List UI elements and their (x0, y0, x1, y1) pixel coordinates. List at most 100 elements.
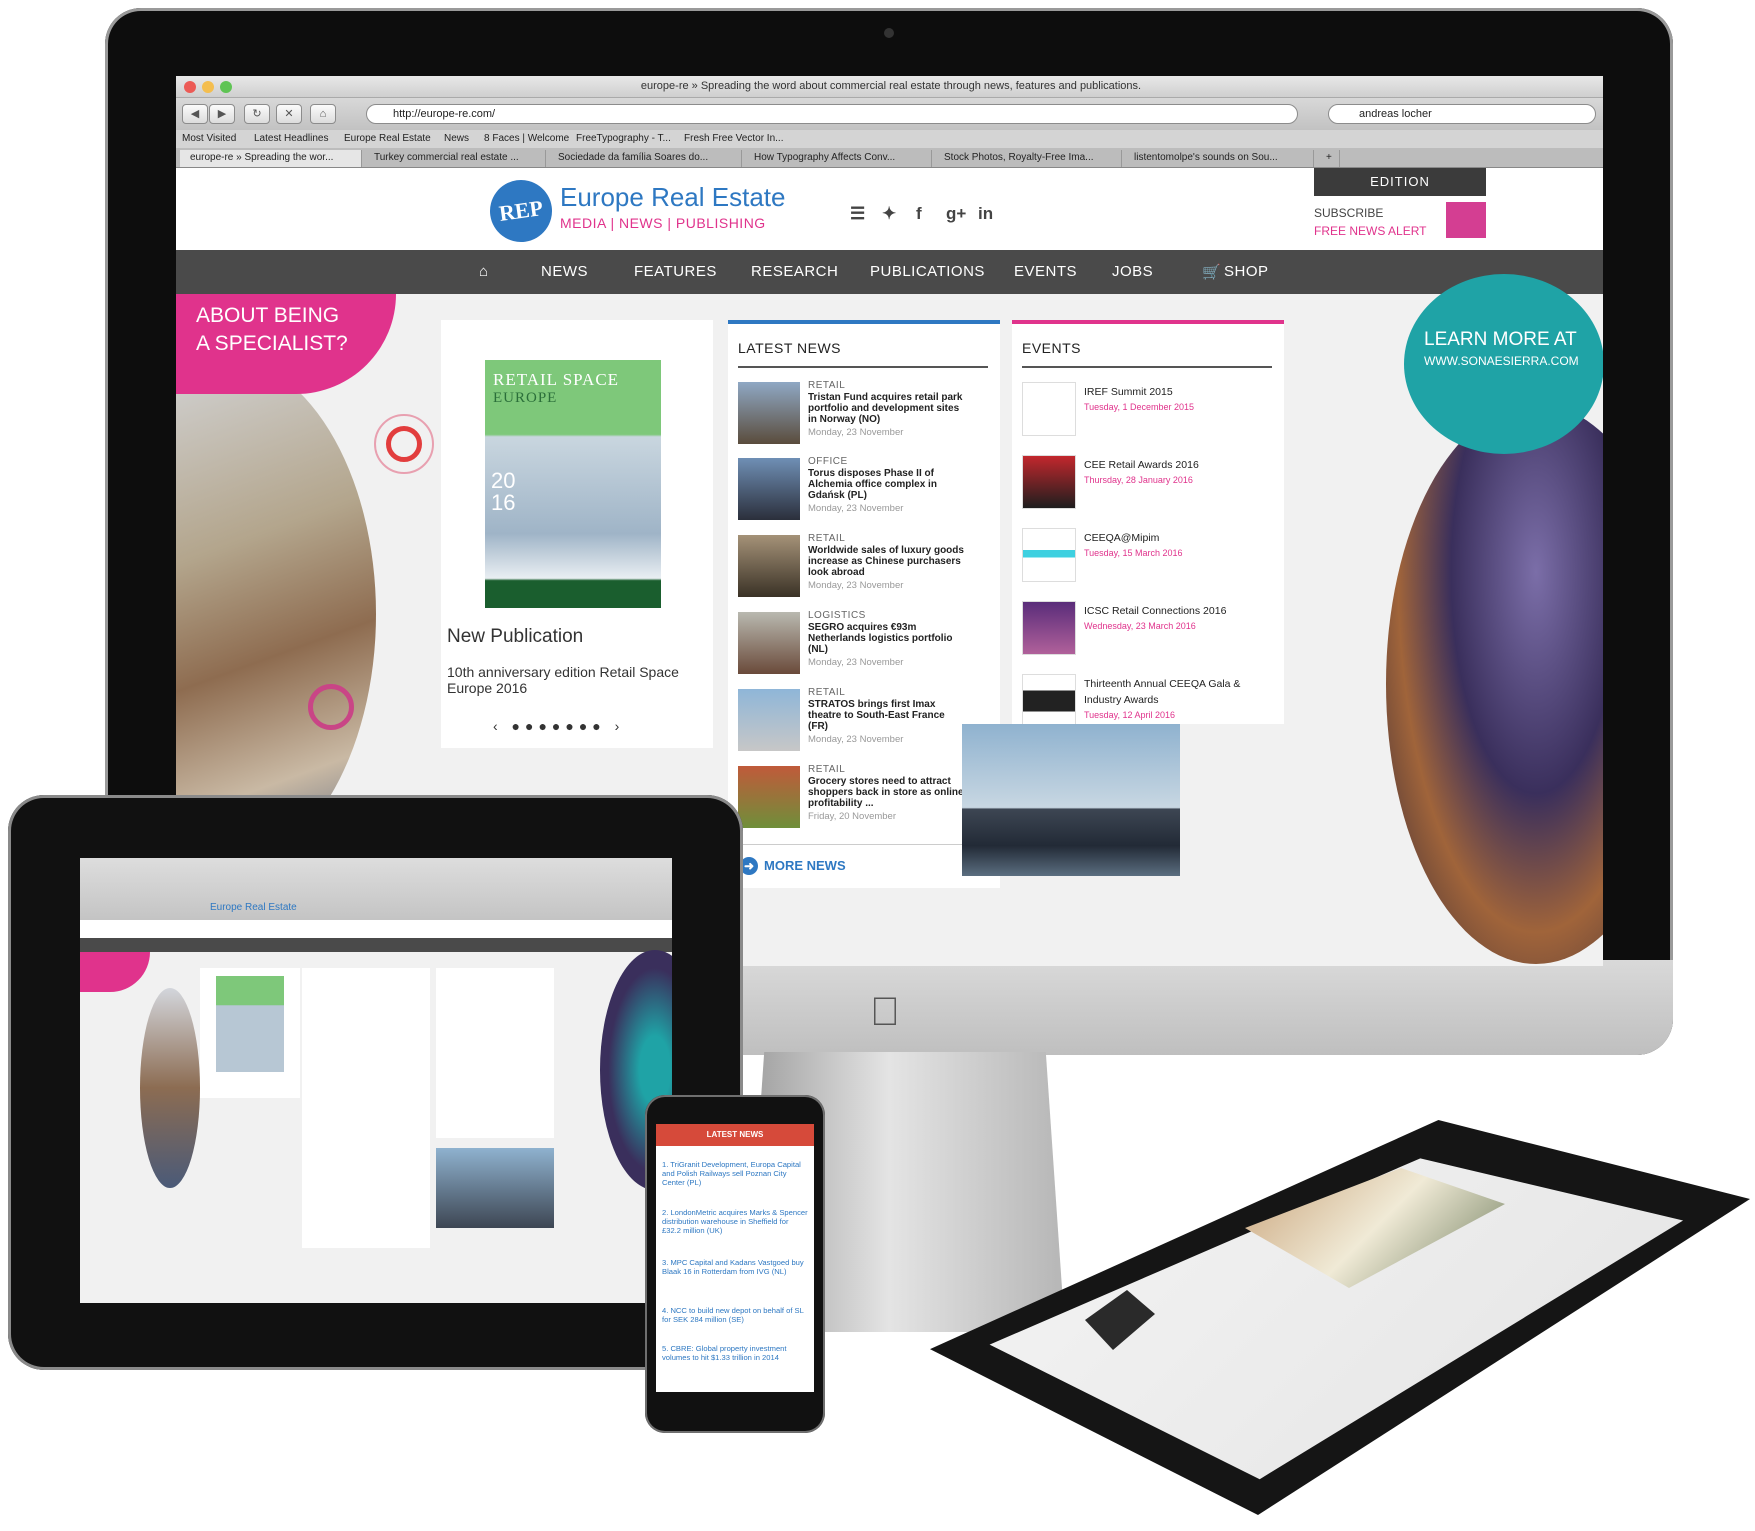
event-title[interactable]: CEEQA@Mipim (1084, 530, 1244, 546)
event-item[interactable]: CEEQA@Mipim Tuesday, 15 March 2016 (1022, 528, 1252, 588)
more-news-link[interactable]: ➜ MORE NEWS (740, 857, 846, 875)
phone-news-item[interactable]: 1. TriGranit Development, Europa Capital… (662, 1160, 808, 1187)
nav-shop[interactable]: SHOP (1224, 263, 1269, 280)
tab[interactable]: How Typography Affects Conv... (744, 150, 932, 167)
facebook-icon[interactable]: f (916, 204, 922, 224)
news-item[interactable]: OFFICE Torus disposes Phase II of Alchem… (738, 456, 968, 528)
event-title[interactable]: CEE Retail Awards 2016 (1084, 457, 1244, 473)
cover-title: RETAIL SPACE (493, 370, 620, 389)
news-title[interactable]: Tristan Fund acquires retail park portfo… (808, 392, 966, 425)
linkedin-icon[interactable]: in (978, 204, 993, 224)
close-window-icon[interactable] (184, 81, 196, 93)
bookmark-item[interactable]: Fresh Free Vector In... (684, 133, 783, 144)
zoom-window-icon[interactable] (220, 81, 232, 93)
promo-left-line: ABOUT BEING (196, 304, 340, 327)
bookmark-item[interactable]: News (444, 133, 469, 144)
tab[interactable]: Stock Photos, Royalty-Free Ima... (934, 150, 1122, 167)
mini-main-nav (80, 938, 672, 952)
free-alert-link[interactable]: FREE NEWS ALERT (1314, 224, 1426, 238)
news-title[interactable]: Grocery stores need to attract shoppers … (808, 776, 966, 809)
news-category: RETAIL (808, 380, 846, 391)
nav-jobs[interactable]: JOBS (1112, 263, 1153, 280)
browser-toolbar: ◀ ▶ ↻ ✕ ⌂ http://europe-re.com/ andreas … (176, 98, 1603, 130)
divider (738, 844, 988, 845)
london-skyline-photo[interactable] (962, 724, 1180, 876)
event-date: Tuesday, 15 March 2016 (1084, 548, 1183, 558)
event-date: Thursday, 28 January 2016 (1084, 475, 1193, 485)
news-item[interactable]: RETAIL Tristan Fund acquires retail park… (738, 380, 968, 452)
bookmark-item[interactable]: Latest Headlines (254, 133, 329, 144)
news-date: Monday, 23 November (808, 657, 904, 668)
browser-titlebar: europe-re » Spreading the word about com… (176, 76, 1603, 98)
event-item[interactable]: CEE Retail Awards 2016 Thursday, 28 Janu… (1022, 455, 1252, 515)
decorative-ring (386, 426, 422, 462)
phone-news-item[interactable]: 4. NCC to build new depot on behalf of S… (662, 1306, 808, 1324)
search-field[interactable]: andreas locher (1328, 104, 1596, 124)
tab[interactable]: Turkey commercial real estate ... (364, 150, 546, 167)
events-panel: EVENTS IREF Summit 2015 Tuesday, 1 Decem… (1012, 320, 1284, 728)
nav-news[interactable]: NEWS (541, 263, 588, 280)
phone-news-item[interactable]: 2. LondonMetric acquires Marks & Spencer… (662, 1208, 808, 1235)
home-icon[interactable]: ⌂ (310, 104, 336, 124)
news-item[interactable]: RETAIL Worldwide sales of luxury goods i… (738, 533, 968, 605)
bookmark-item[interactable]: 8 Faces | Welcome (484, 133, 569, 144)
event-title[interactable]: IREF Summit 2015 (1084, 384, 1244, 400)
publication-caption[interactable]: 10th anniversary edition Retail Space Eu… (447, 664, 687, 696)
mini-browser-chrome (80, 858, 672, 920)
subscribe-button[interactable] (1446, 202, 1486, 238)
stop-icon[interactable]: ✕ (276, 104, 302, 124)
event-title[interactable]: Thirteenth Annual CEEQA Gala & Industry … (1084, 676, 1244, 708)
event-thumbnail (1022, 382, 1076, 436)
news-thumbnail (738, 382, 800, 444)
news-item[interactable]: RETAIL STRATOS brings first Imax theatre… (738, 687, 968, 759)
forward-icon[interactable]: ▶ (209, 104, 235, 124)
news-title[interactable]: Torus disposes Phase II of Alchemia offi… (808, 468, 966, 501)
bookmark-item[interactable]: Europe Real Estate (344, 133, 431, 144)
news-item[interactable]: RETAIL Grocery stores need to attract sh… (738, 764, 968, 836)
event-title[interactable]: ICSC Retail Connections 2016 (1084, 603, 1244, 619)
minimize-window-icon[interactable] (202, 81, 214, 93)
nav-research[interactable]: RESEARCH (751, 263, 838, 280)
edition-button[interactable]: EDITION (1314, 168, 1486, 196)
nav-features[interactable]: FEATURES (634, 263, 717, 280)
promo-left-text[interactable]: ABOUT BEING A SPECIALIST? (196, 302, 348, 358)
news-title[interactable]: Worldwide sales of luxury goods increase… (808, 545, 966, 578)
event-thumbnail (1022, 601, 1076, 655)
event-item[interactable]: ICSC Retail Connections 2016 Wednesday, … (1022, 601, 1252, 661)
google-plus-icon[interactable]: g+ (946, 204, 966, 224)
news-title[interactable]: SEGRO acquires €93m Netherlands logistic… (808, 622, 966, 655)
bookmarks-bar: Most Visited Latest Headlines Europe Rea… (176, 130, 1603, 148)
news-category: LOGISTICS (808, 610, 866, 621)
site-title[interactable]: Europe Real Estate (560, 182, 785, 213)
news-title[interactable]: STRATOS brings first Imax theatre to Sou… (808, 699, 966, 732)
rep-logo[interactable]: REP (485, 175, 557, 247)
bookmark-item[interactable]: Most Visited (182, 133, 236, 144)
nav-publications[interactable]: PUBLICATIONS (870, 263, 985, 280)
news-item[interactable]: LOGISTICS SEGRO acquires €93m Netherland… (738, 610, 968, 682)
news-date: Monday, 23 November (808, 427, 904, 438)
phone-news-item[interactable]: 3. MPC Capital and Kadans Vastgoed buy B… (662, 1258, 808, 1276)
cart-icon[interactable]: 🛒 (1202, 263, 1221, 281)
promo-right-text[interactable]: LEARN MORE AT (1424, 330, 1577, 350)
back-icon[interactable]: ◀ (182, 104, 208, 124)
tab[interactable]: Sociedade da família Soares do... (548, 150, 742, 167)
phone-news-item[interactable]: 5. CBRE: Global property investment volu… (662, 1344, 808, 1362)
event-item[interactable]: IREF Summit 2015 Tuesday, 1 December 201… (1022, 382, 1252, 442)
nav-events[interactable]: EVENTS (1014, 263, 1077, 280)
bookmark-item[interactable]: FreeTypography - T... (576, 133, 671, 144)
news-category: RETAIL (808, 687, 846, 698)
url-field[interactable]: http://europe-re.com/ (366, 104, 1298, 124)
mini-news-panel (302, 968, 430, 1248)
tab[interactable]: europe-re » Spreading the wor... (180, 150, 362, 167)
new-tab-button[interactable]: + (1316, 150, 1340, 167)
promo-right-url[interactable]: WWW.SONAESIERRA.COM (1424, 354, 1579, 368)
rss-icon[interactable]: ☰ (850, 204, 865, 224)
tab[interactable]: listentomolpe's sounds on Sou... (1124, 150, 1314, 167)
event-thumbnail (1022, 528, 1076, 582)
news-date: Monday, 23 November (808, 734, 904, 745)
carousel-pager[interactable]: ‹ ●●●●●●● › (493, 718, 624, 734)
reload-icon[interactable]: ↻ (244, 104, 270, 124)
news-category: OFFICE (808, 456, 848, 467)
twitter-icon[interactable]: ✦ (882, 204, 896, 224)
home-icon[interactable]: ⌂ (479, 263, 489, 280)
